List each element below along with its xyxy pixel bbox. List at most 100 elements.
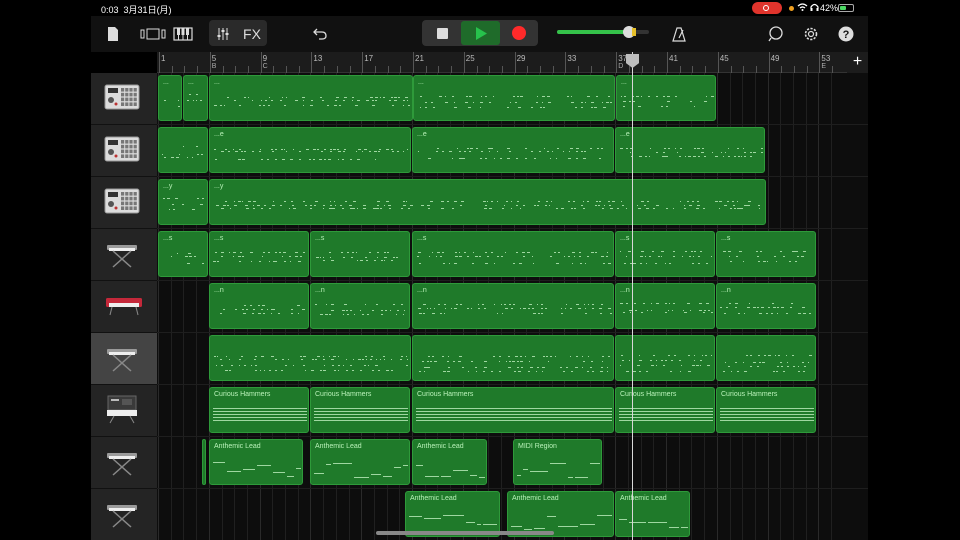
question-icon: ? [838,26,854,42]
undo-button[interactable] [309,24,331,44]
midi-region[interactable] [158,127,208,173]
region-notes [409,506,497,532]
timeline-ruler[interactable]: 1 5 9 13 17 21 25 29 33 37 41 45 49 53 B C D E [157,52,847,73]
midi-region[interactable]: ...n [412,283,614,329]
track-header[interactable] [91,281,157,333]
control-bar: FX ? [91,16,868,52]
track-lane[interactable]: ...s ...s ...s ...s ...s ...s [157,229,868,281]
help-button[interactable]: ? [835,24,857,44]
keyboard-icon [173,27,193,41]
settings-button[interactable] [800,24,822,44]
track-lane[interactable]: ...e ...e ...e [157,125,868,177]
midi-region[interactable]: ... [158,75,182,121]
midi-region[interactable]: ...s [615,231,715,277]
track-lane[interactable]: ...n ...n ...n ...n ...n [157,281,868,333]
midi-region[interactable]: Anthemic Lead [412,439,487,485]
loop-browser-button[interactable] [765,24,787,44]
track-lanes[interactable]: ............... ...e ...e ...e ...y ...y ...s.… [157,73,868,540]
midi-region[interactable]: ...s [716,231,816,277]
midi-region[interactable]: ...n [209,283,309,329]
midi-region[interactable] [716,335,816,381]
track-lane[interactable]: ............... [157,73,868,125]
section-marker[interactable]: B [212,63,217,70]
midi-region[interactable]: ...y [158,179,208,225]
headphones-icon [810,2,819,14]
midi-region[interactable]: ...s [412,231,614,277]
midi-region[interactable]: ...n [615,283,715,329]
track-header[interactable] [91,177,157,229]
ruler-tick [628,66,630,73]
midi-region[interactable] [209,335,411,381]
midi-region[interactable]: ... [413,75,615,121]
region-name: ... [163,79,169,86]
midi-region[interactable]: Curious Hammers [412,387,614,433]
midi-region[interactable]: Curious Hammers [209,387,309,433]
track-header[interactable] [91,385,157,437]
stop-button[interactable] [424,21,460,45]
ruler-tick [590,66,592,73]
ruler-tick [717,52,719,73]
midi-region[interactable]: ... [616,75,716,121]
region-name: ...e [417,131,427,138]
add-track-button[interactable]: + [847,52,868,73]
metronome-icon [672,26,686,42]
region-notes [162,90,181,116]
playhead[interactable] [632,52,633,540]
play-button[interactable] [461,21,500,45]
mixer-button[interactable] [213,24,233,44]
midi-region[interactable]: ...s [209,231,309,277]
ruler-tick [603,66,605,73]
track-header[interactable] [91,333,157,385]
fx-button[interactable]: FX [239,24,265,44]
midi-region[interactable]: Anthemic Lead [615,491,690,537]
midi-region[interactable]: ...n [716,283,816,329]
midi-region[interactable]: Anthemic Lead [310,439,410,485]
region-notes [187,90,204,116]
midi-region[interactable]: ...n [310,283,410,329]
midi-region[interactable] [202,439,206,485]
region-notes [416,454,485,480]
track-header[interactable] [91,73,157,125]
midi-region[interactable] [412,335,614,381]
midi-region[interactable]: ...e [209,127,411,173]
midi-region[interactable]: ...s [310,231,410,277]
region-name: ... [214,79,220,86]
midi-region[interactable]: Anthemic Lead [209,439,303,485]
region-notes [720,246,812,272]
track-lane[interactable]: Curious Hammers Curious Hammers Curious Ha… [157,385,868,437]
midi-region[interactable]: ... [183,75,208,121]
track-lane[interactable] [157,333,868,385]
midi-region[interactable]: ...e [412,127,614,173]
browser-button[interactable] [171,24,195,44]
track-lane[interactable]: Anthemic Lead Anthemic Lead Anthemic Lead M… [157,437,868,489]
red-synth-icon [104,290,144,322]
region-notes [213,246,306,272]
region-name: Curious Hammers [721,391,778,398]
midi-region[interactable]: Curious Hammers [716,387,816,433]
bar-number: 37 [618,54,628,63]
track-header[interactable] [91,229,157,281]
ruler-tick [540,66,541,73]
midi-region[interactable]: ...e [615,127,765,173]
section-marker[interactable]: D [618,63,623,70]
midi-region[interactable]: ...s [158,231,208,277]
midi-region[interactable] [615,335,715,381]
record-button[interactable] [501,21,537,45]
midi-region[interactable]: ... [209,75,413,121]
section-marker[interactable]: E [821,63,826,70]
track-header[interactable] [91,489,157,540]
my-songs-button[interactable] [105,24,121,44]
view-toggle-button[interactable] [139,24,167,44]
midi-region[interactable]: MIDI Region [513,439,602,485]
tracks-view-icon [140,28,166,40]
keyboard-stand-icon [104,342,144,374]
midi-region[interactable]: Curious Hammers [615,387,715,433]
midi-region[interactable]: ...y [209,179,766,225]
track-lane[interactable]: ...y ...y [157,177,868,229]
track-header[interactable] [91,125,157,177]
metronome-button[interactable] [669,24,689,44]
ruler-tick [311,52,313,73]
section-marker[interactable]: C [263,63,268,70]
midi-region[interactable]: Curious Hammers [310,387,410,433]
track-header[interactable] [91,437,157,489]
